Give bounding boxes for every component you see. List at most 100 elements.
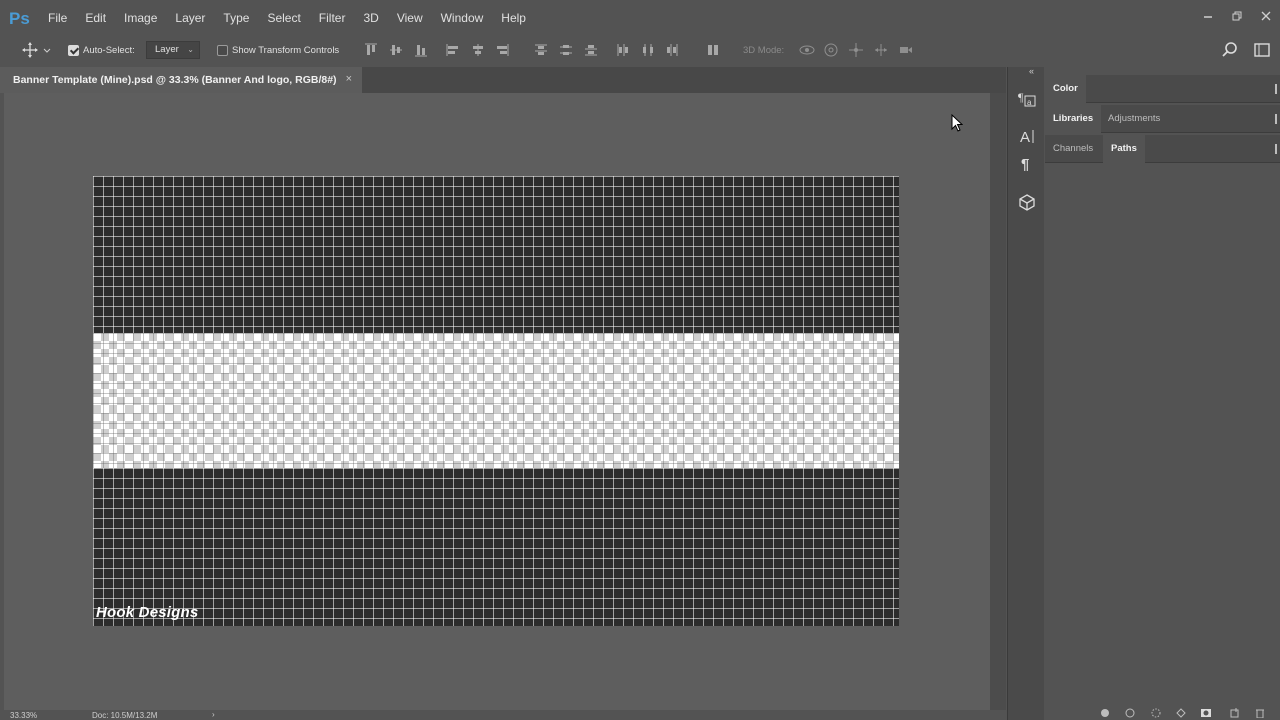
status-bar: 33.33% Doc: 10.5M/13.2M › xyxy=(0,710,1006,720)
banner-bottom-dark-band: Hook Designs xyxy=(93,468,899,626)
styles-glyph: ¶ a xyxy=(1018,90,1036,107)
auto-select-option[interactable]: Auto-Select: xyxy=(68,37,135,63)
menu-file[interactable]: File xyxy=(39,0,76,37)
3d-scale-icon[interactable] xyxy=(897,41,915,59)
paths-panel-header: Channels Paths xyxy=(1045,135,1280,163)
auto-select-label: Auto-Select: xyxy=(83,44,135,56)
tab-channels[interactable]: Channels xyxy=(1045,135,1101,163)
menu-type[interactable]: Type xyxy=(214,0,258,37)
new-path-icon[interactable] xyxy=(1230,708,1240,718)
mouse-cursor-icon xyxy=(951,114,963,132)
menu-view[interactable]: View xyxy=(388,0,432,37)
svg-text:A: A xyxy=(1020,129,1030,146)
align-top-edges-icon[interactable] xyxy=(362,41,380,59)
align-left-edges-icon[interactable] xyxy=(444,41,462,59)
character-paragraph-styles-icon[interactable]: ¶ a xyxy=(1016,87,1038,109)
3d-mode-label: 3D Mode: xyxy=(743,44,785,56)
close-window-button[interactable] xyxy=(1251,0,1280,32)
menu-filter[interactable]: Filter xyxy=(310,0,355,37)
paths-panel-body xyxy=(1045,163,1280,720)
status-menu-arrow-icon[interactable]: › xyxy=(212,710,215,719)
zoom-level[interactable]: 33.33% xyxy=(10,711,37,720)
cube-glyph xyxy=(1019,194,1035,211)
restore-button[interactable] xyxy=(1222,0,1251,32)
close-icon xyxy=(1261,11,1270,21)
panel-menu-icon[interactable] xyxy=(1275,84,1278,94)
menu-image[interactable]: Image xyxy=(115,0,166,37)
auto-select-target-value: Layer xyxy=(155,44,179,55)
tab-paths[interactable]: Paths xyxy=(1103,135,1145,163)
panel-menu-icon[interactable] xyxy=(1275,114,1278,124)
distribute-bottom-edges-icon[interactable] xyxy=(582,41,600,59)
banner-top-dark-band xyxy=(93,176,899,333)
paragraph-icon[interactable]: ¶ xyxy=(1016,152,1038,174)
photoshop-window: Ps File Edit Image Layer Type Select Fil… xyxy=(0,0,1280,720)
auto-select-target-dropdown[interactable]: Layer ⌄ xyxy=(146,41,200,59)
collapse-panels-icon[interactable]: « xyxy=(1029,66,1034,76)
make-work-path-icon[interactable] xyxy=(1176,708,1186,718)
menu-select[interactable]: Select xyxy=(258,0,309,37)
menu-edit[interactable]: Edit xyxy=(76,0,115,37)
fill-path-icon[interactable] xyxy=(1100,708,1110,718)
distribute-right-edges-icon[interactable] xyxy=(663,41,681,59)
minimize-icon xyxy=(1203,16,1212,18)
show-transform-option[interactable]: Show Transform Controls xyxy=(217,37,339,63)
3d-mode-label-wrapper: 3D Mode: xyxy=(743,37,784,63)
tab-color[interactable]: Color xyxy=(1045,75,1086,103)
distribute-horizontal-centers-icon[interactable] xyxy=(639,41,657,59)
window-controls xyxy=(1193,0,1280,32)
minimize-button[interactable] xyxy=(1193,0,1222,32)
tab-libraries[interactable]: Libraries xyxy=(1045,105,1102,133)
menu-layer[interactable]: Layer xyxy=(166,0,214,37)
document-tab-title: Banner Template (Mine).psd @ 33.3% (Bann… xyxy=(13,74,337,86)
app-logo: Ps xyxy=(9,9,30,28)
3d-roll-icon[interactable] xyxy=(822,41,840,59)
3d-slide-icon[interactable] xyxy=(872,41,890,59)
tab-adjustments[interactable]: Adjustments xyxy=(1100,105,1168,133)
distribute-top-edges-icon[interactable] xyxy=(532,41,550,59)
distribute-vertical-centers-icon[interactable] xyxy=(557,41,575,59)
color-panel-header: Color xyxy=(1045,75,1280,103)
workspace-switcher-icon[interactable] xyxy=(1253,41,1271,59)
svg-text:a: a xyxy=(1027,98,1032,107)
menu-bar: Ps File Edit Image Layer Type Select Fil… xyxy=(0,0,1280,37)
svg-text:¶: ¶ xyxy=(1018,90,1024,104)
3d-icon[interactable] xyxy=(1016,191,1038,213)
banner-transparent-band xyxy=(93,333,899,468)
3d-pan-icon[interactable] xyxy=(847,41,865,59)
chevron-down-icon: ⌄ xyxy=(187,45,194,54)
document-tab[interactable]: Banner Template (Mine).psd @ 33.3% (Bann… xyxy=(0,67,362,93)
add-mask-icon[interactable] xyxy=(1201,708,1211,718)
paragraph-glyph: ¶ xyxy=(1021,156,1029,173)
document-tab-bar: Banner Template (Mine).psd @ 33.3% (Bann… xyxy=(0,67,1006,93)
menu-3d[interactable]: 3D xyxy=(354,0,387,37)
search-icon[interactable] xyxy=(1221,41,1239,59)
right-panels: Color Libraries Adjustments Channels Pat… xyxy=(1045,75,1280,720)
3d-orbit-icon[interactable] xyxy=(798,41,816,59)
auto-select-checkbox[interactable] xyxy=(68,44,79,56)
auto-align-layers-icon[interactable] xyxy=(704,41,722,59)
delete-path-icon[interactable] xyxy=(1255,708,1265,718)
panel-menu-icon[interactable] xyxy=(1275,144,1278,154)
stroke-path-icon[interactable] xyxy=(1125,708,1135,718)
menu-window[interactable]: Window xyxy=(432,0,493,37)
vertical-scrollbar[interactable] xyxy=(990,93,1006,710)
align-horizontal-centers-icon[interactable] xyxy=(469,41,487,59)
load-selection-icon[interactable] xyxy=(1151,708,1161,718)
options-bar: Auto-Select: Layer ⌄ Show Transform Cont… xyxy=(0,37,1280,63)
hook-designs-logo: Hook Designs xyxy=(96,604,199,621)
auto-select-target-wrapper: Layer ⌄ xyxy=(146,37,200,63)
character-icon[interactable]: A xyxy=(1016,125,1038,147)
align-bottom-edges-icon[interactable] xyxy=(412,41,430,59)
distribute-left-edges-icon[interactable] xyxy=(614,41,632,59)
document-canvas[interactable]: Hook Designs xyxy=(93,176,899,626)
align-right-edges-icon[interactable] xyxy=(493,41,511,59)
character-glyph: A xyxy=(1020,129,1034,146)
close-tab-icon[interactable]: × xyxy=(346,73,352,85)
panel-icon-strip: ¶ a A ¶ xyxy=(1007,67,1044,720)
align-vertical-centers-icon[interactable] xyxy=(387,41,405,59)
move-tool-icon[interactable] xyxy=(21,41,39,59)
menu-help[interactable]: Help xyxy=(492,0,535,37)
tool-preset-chevron-down-icon[interactable] xyxy=(42,41,52,59)
show-transform-checkbox[interactable] xyxy=(217,44,228,56)
